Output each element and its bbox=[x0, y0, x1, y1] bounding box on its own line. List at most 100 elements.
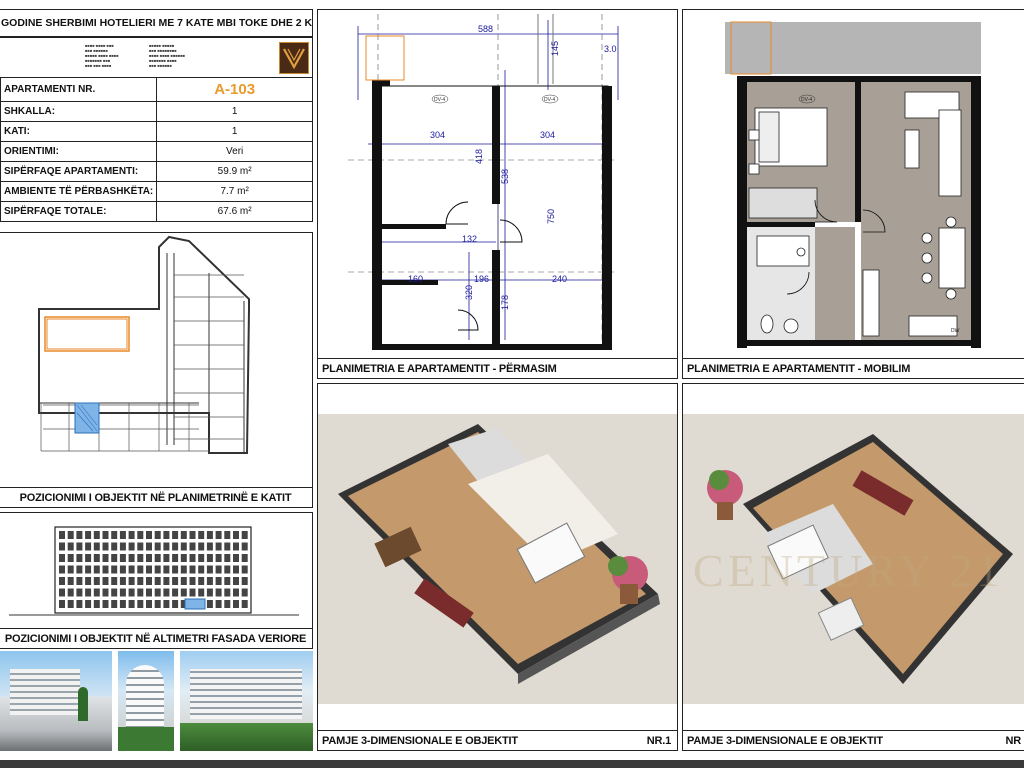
dim-750: 750 bbox=[546, 209, 556, 224]
facade-window bbox=[154, 531, 161, 539]
facade-window bbox=[206, 565, 213, 574]
facade-window bbox=[215, 565, 222, 574]
exterior-photo-2 bbox=[118, 651, 174, 751]
facade-window bbox=[224, 577, 231, 585]
photo-strip bbox=[0, 651, 313, 751]
facade-window bbox=[163, 600, 170, 608]
facade-window bbox=[93, 542, 100, 551]
facade-window bbox=[146, 531, 152, 539]
facade-window bbox=[102, 542, 109, 551]
facade-window bbox=[93, 577, 100, 585]
facade-window bbox=[224, 542, 231, 551]
facade-window bbox=[85, 588, 92, 597]
facade-window bbox=[241, 554, 248, 562]
facade-window bbox=[154, 542, 161, 551]
facade-window bbox=[206, 577, 213, 585]
facade-window bbox=[119, 600, 126, 608]
facade-window bbox=[154, 588, 161, 597]
view-3d-number-2: NR bbox=[1005, 735, 1022, 747]
dishwasher-label: DW bbox=[951, 328, 960, 334]
facade-window bbox=[233, 577, 239, 585]
facade-window bbox=[128, 600, 135, 608]
facade-window bbox=[76, 554, 83, 562]
facade-window bbox=[102, 577, 109, 585]
facade-window bbox=[59, 577, 65, 585]
facade-window bbox=[85, 577, 92, 585]
facade-window bbox=[180, 588, 187, 597]
view-3d-panel-2: CENTURY 21 PAMJE 3-DIMENSIONALE E OBJEKT… bbox=[682, 383, 1024, 751]
facade-window bbox=[67, 577, 74, 585]
facade-window bbox=[180, 531, 187, 539]
facade-window bbox=[233, 600, 239, 608]
brand-logo bbox=[279, 42, 309, 74]
sink-icon bbox=[783, 318, 799, 334]
facade-window bbox=[67, 531, 74, 539]
facade-window bbox=[241, 542, 248, 551]
facade-window bbox=[163, 554, 170, 562]
dimension-plan-caption: PLANIMETRIA E APARTAMENTIT - PËRMASIM bbox=[318, 358, 677, 378]
facade-position-panel: POZICIONIMI I OBJEKTIT NË ALTIMETRI FASA… bbox=[0, 512, 313, 649]
facade-window bbox=[146, 554, 152, 562]
info-label: SIPËRFAQE TOTALE: bbox=[0, 201, 158, 222]
furnished-plan-drawing: DV-4 DW bbox=[725, 21, 981, 348]
facade-window bbox=[67, 542, 74, 551]
dim-304-right: 304 bbox=[540, 130, 555, 140]
info-value: 1 bbox=[156, 121, 313, 142]
facade-window bbox=[128, 542, 135, 551]
facade-window bbox=[59, 600, 65, 608]
facade-window bbox=[233, 588, 239, 597]
facade-window bbox=[119, 565, 126, 574]
view-3d-caption-2: PAMJE 3-DIMENSIONALE E OBJEKTIT NR bbox=[683, 730, 1024, 750]
info-label: ORIENTIMI: bbox=[0, 141, 158, 162]
facade-window bbox=[137, 542, 144, 551]
facade-window bbox=[215, 554, 222, 562]
facade-window bbox=[180, 554, 187, 562]
facade-window bbox=[154, 577, 161, 585]
facade-window bbox=[198, 565, 205, 574]
facade-window bbox=[59, 565, 65, 574]
facade-window bbox=[111, 577, 118, 585]
facade-window bbox=[215, 600, 222, 608]
facade-window bbox=[111, 600, 118, 608]
floor-position-panel: POZICIONIMI I OBJEKTIT NË PLANIMETRINË E… bbox=[0, 232, 313, 508]
bottom-bar bbox=[0, 760, 1024, 768]
facade-window bbox=[146, 565, 152, 574]
facade-window bbox=[206, 600, 213, 608]
furnished-plan-panel: DV-4 DW PLANIMETRIA E APARTAMENTIT - MOB… bbox=[682, 9, 1024, 379]
facade-window bbox=[198, 554, 205, 562]
facade-window bbox=[137, 577, 144, 585]
door-tag-2: DV-4 bbox=[544, 97, 555, 103]
facade-window bbox=[85, 600, 92, 608]
info-value: A-103 bbox=[156, 77, 313, 102]
exterior-photo-1 bbox=[0, 651, 112, 751]
facade-window bbox=[163, 531, 170, 539]
facade-window bbox=[93, 588, 100, 597]
century21-watermark: CENTURY 21 bbox=[693, 545, 1004, 596]
facade-window bbox=[189, 542, 196, 551]
facade-window bbox=[215, 542, 222, 551]
facade-window bbox=[76, 600, 83, 608]
facade-window bbox=[215, 577, 222, 585]
firm-1-details: ■■■■ ■■■■ ■■■ ■■■ ■■■■■■ ■■■■■ ■■■■ ■■■■ ■… bbox=[85, 43, 119, 68]
dim-132: 132 bbox=[462, 234, 477, 244]
facade-window bbox=[224, 588, 231, 597]
facade-window bbox=[206, 554, 213, 562]
info-row: KATI: 1 bbox=[0, 121, 313, 142]
facade-window bbox=[111, 531, 118, 539]
floor-plan-drawing bbox=[38, 235, 250, 454]
view-3d-caption-1: PAMJE 3-DIMENSIONALE E OBJEKTIT NR.1 bbox=[318, 730, 677, 750]
info-label: APARTAMENTI NR. bbox=[0, 77, 158, 102]
info-value: 7.7 m² bbox=[156, 181, 313, 202]
facade-window bbox=[154, 600, 161, 608]
dim-145: 145 bbox=[550, 41, 560, 56]
facade-window bbox=[189, 565, 196, 574]
facade-window bbox=[59, 588, 65, 597]
logo-panel: ■■■■ ■■■■ ■■■ ■■■ ■■■■■■ ■■■■■ ■■■■ ■■■■ ■… bbox=[0, 37, 313, 78]
facade-window bbox=[59, 531, 65, 539]
facade-highlight bbox=[184, 598, 206, 610]
header-panel: GODINE SHERBIMI HOTELIERI ME 7 KATE MBI … bbox=[0, 9, 313, 37]
info-row: SIPËRFAQE TOTALE: 67.6 m² bbox=[0, 201, 313, 222]
facade-window bbox=[102, 531, 109, 539]
furnished-plan-caption: PLANIMETRIA E APARTAMENTIT - MOBILIM bbox=[683, 358, 1024, 378]
facade-window bbox=[146, 577, 152, 585]
